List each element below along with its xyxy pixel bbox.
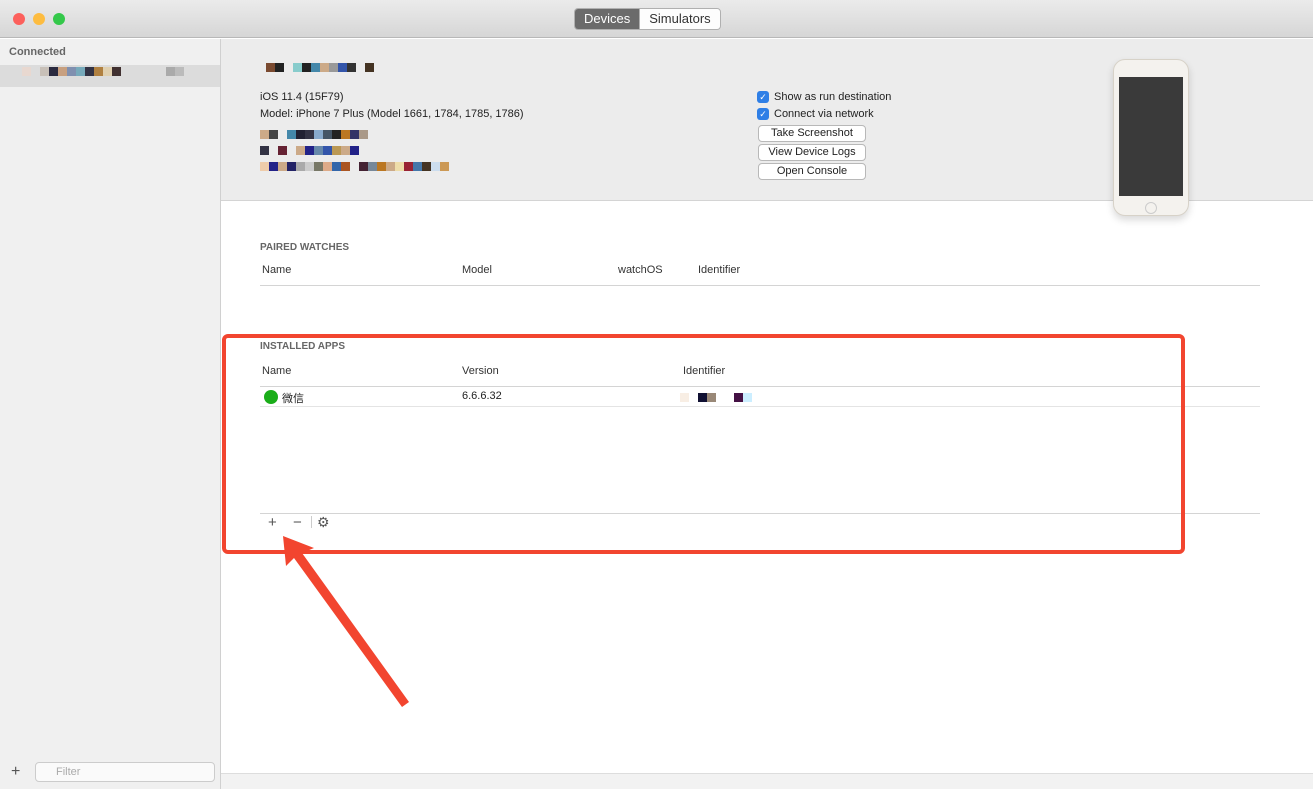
arrow-annotation [283, 536, 409, 707]
annotation-overlay [222, 334, 1185, 707]
bottom-bar [221, 773, 1313, 789]
highlight-box [222, 334, 1185, 554]
